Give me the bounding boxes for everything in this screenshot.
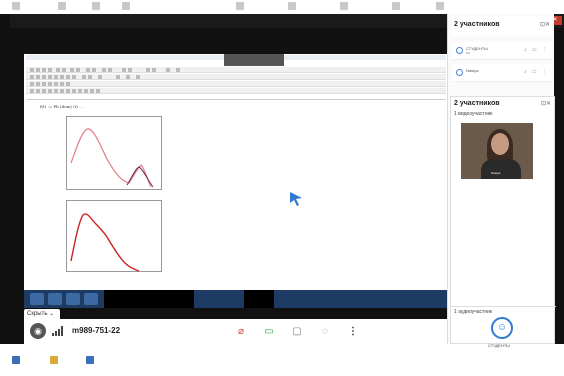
participant-row[interactable]: Nastya ♪ ▭ ⋮ (452, 64, 552, 82)
desktop-icon[interactable] (12, 2, 20, 10)
desktop-icon[interactable] (392, 2, 400, 10)
shared-screen: f(t) := Pb (dom) (t) ... (24, 54, 456, 308)
desktop-icon[interactable] (288, 2, 296, 10)
maple-toolbar (26, 81, 446, 87)
desktop-icon[interactable] (122, 2, 130, 10)
desktop-icon[interactable] (92, 2, 100, 10)
chat-icon[interactable]: ◌ (318, 325, 332, 339)
maple-toolbar (26, 88, 446, 94)
mic-muted-icon[interactable]: ⌀ (234, 325, 248, 339)
plot-top-svg (70, 128, 154, 188)
video-person (491, 133, 509, 155)
desktop-icon[interactable] (340, 2, 348, 10)
maple-menubar (26, 61, 446, 66)
participant-name: Nastya (466, 68, 479, 73)
participant-icons[interactable]: ♪ ▭ ⋮ (524, 69, 549, 75)
cursor-icon (290, 192, 302, 206)
user-icon (456, 69, 463, 76)
panel-tools-icon[interactable]: ⊡✕ (541, 100, 551, 107)
video-person (481, 159, 521, 179)
meeting-window: – □ ✕ f(t) := Pb (dom) (t) ... (10, 14, 564, 348)
formula-line: f(t) := Pb (dom) (t) ... (40, 104, 83, 109)
signal-icon (52, 326, 64, 336)
participants-header: 2 участников ⊡✕ (452, 16, 552, 36)
divider (451, 306, 556, 307)
desktop-top-area (0, 0, 564, 14)
windows-icon (30, 293, 44, 305)
user-icon[interactable]: ☺ (491, 317, 513, 339)
participants-panel: 2 участников ⊡✕ СТУДЕНТЫ Вы ♪ ▭ ⋮ Nastya… (447, 14, 556, 348)
user-icon (456, 47, 463, 54)
video-participant-count: 1 видеоучастник (454, 111, 493, 117)
user-icon[interactable]: ◉ (30, 323, 46, 339)
participant-video[interactable]: Nastya (461, 123, 533, 179)
maple-toolbar (26, 74, 446, 80)
redacted-block (104, 290, 194, 308)
participant-icons[interactable]: ♪ ▭ ⋮ (524, 47, 549, 53)
plot-bottom-svg (70, 213, 140, 272)
plot-top (66, 116, 162, 190)
desktop-icon[interactable] (86, 356, 94, 364)
desktop-bottom-area (0, 344, 564, 376)
maple-toolbar (26, 67, 446, 73)
video-name-tag: Nastya (491, 171, 501, 175)
meeting-id: m989-751-22 (72, 326, 121, 335)
panel-tools-icon[interactable]: ⊡✕ (540, 21, 550, 28)
desktop-icon[interactable] (58, 2, 66, 10)
participant-sub: Вы (466, 51, 471, 55)
shared-taskbar (24, 290, 456, 308)
screen: – □ ✕ f(t) := Pb (dom) (t) ... (0, 0, 564, 376)
audio-participant-name: СТУДЕНТЫ (488, 343, 510, 348)
participant-row[interactable]: СТУДЕНТЫ Вы ♪ ▭ ⋮ (452, 42, 552, 60)
participants-popout: 2 участников ⊡✕ 1 видеоучастник Nastya 1… (450, 96, 556, 348)
maple-worksheet: f(t) := Pb (dom) (t) ... (26, 99, 446, 287)
taskbar-app (84, 293, 98, 305)
desktop-icon[interactable] (50, 356, 58, 364)
taskbar-app (48, 293, 62, 305)
desktop-icon[interactable] (12, 356, 20, 364)
desktop-left-strip (0, 14, 10, 344)
taskbar-app (66, 293, 80, 305)
plot-bottom (66, 200, 162, 272)
more-icon[interactable]: ⋮ (346, 325, 360, 339)
meeting-controls: ◉ m989-751-22 ⌀ ▭ ▢ ◌ ⋮ (24, 319, 456, 344)
redacted-block (244, 290, 274, 308)
camera-icon[interactable]: ▭ (262, 325, 276, 339)
desktop-icon[interactable] (436, 2, 444, 10)
participants-title: 2 участников (454, 100, 500, 107)
desktop-icon[interactable] (236, 2, 244, 10)
hide-button[interactable]: Скрыть ⌄ (24, 309, 60, 319)
audio-participant-count: 1 аудиоучастник (454, 309, 493, 315)
participants-title: 2 участников (454, 21, 500, 28)
screen-share-icon[interactable]: ▢ (290, 325, 304, 339)
